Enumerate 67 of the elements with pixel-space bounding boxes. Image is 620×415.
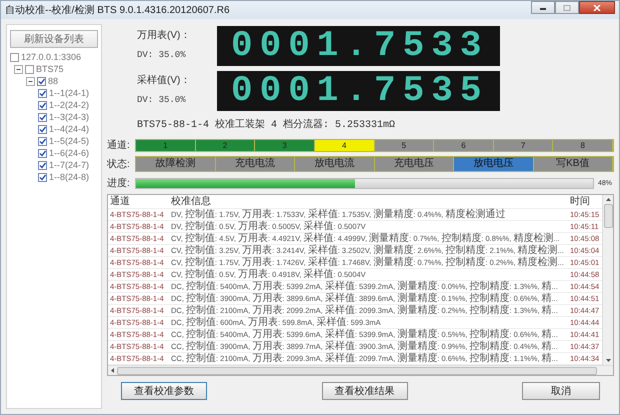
scroll-thumb[interactable] xyxy=(117,366,597,374)
meter-mode: DV: 35.0% xyxy=(137,95,187,105)
tree-item-label[interactable]: 127.0.0.1:3306 xyxy=(21,52,82,62)
channel-indicator: 5 xyxy=(374,140,434,150)
down-arrow-icon xyxy=(604,358,612,363)
tree-item-label[interactable]: 1--5(24-5) xyxy=(49,136,90,146)
column-header: 时间 xyxy=(570,195,591,208)
checkbox[interactable] xyxy=(25,64,34,74)
status-step: 故障检测 xyxy=(136,157,216,171)
channel-indicator: 8 xyxy=(553,140,613,150)
close-icon xyxy=(593,4,601,10)
status-step: 充电电流 xyxy=(216,157,295,171)
meter-mode: DV: 35.0% xyxy=(137,50,187,60)
checkbox[interactable] xyxy=(38,172,47,182)
tree-item-label[interactable]: 1--6(24-6) xyxy=(49,148,90,158)
tree-item-label[interactable]: 1--1(24-1) xyxy=(49,88,90,98)
checkbox[interactable] xyxy=(38,136,47,146)
status-step: 放电电流 xyxy=(295,157,374,171)
status-label: 状态: xyxy=(107,158,131,171)
tree-item-label[interactable]: 88 xyxy=(48,76,58,86)
scroll-thumb[interactable] xyxy=(604,204,612,228)
checkbox[interactable] xyxy=(10,52,19,62)
checkbox[interactable] xyxy=(37,76,46,86)
tree-item-label[interactable]: 1--7(24-7) xyxy=(49,160,90,170)
status-step: 放电电压 xyxy=(454,157,534,171)
dialog-button[interactable]: 查看校准参数 xyxy=(121,382,207,400)
channel-indicator: 6 xyxy=(434,140,494,150)
checkbox[interactable] xyxy=(38,88,47,98)
channel-indicator: 4 xyxy=(314,140,374,150)
checkbox[interactable] xyxy=(38,124,47,134)
vertical-scrollbar[interactable] xyxy=(602,195,613,365)
checkbox[interactable] xyxy=(38,148,47,158)
checkbox[interactable] xyxy=(38,100,47,110)
dialog-button[interactable]: 取消 xyxy=(522,382,600,400)
maximize-icon xyxy=(563,4,571,10)
tree-item-label[interactable]: 1--8(24-8) xyxy=(49,172,90,182)
fixture-info: BTS75-88-1-4 校准工装架 4 档分流器: 5.253331mΩ xyxy=(136,118,396,131)
progress-label: 进度: xyxy=(107,176,131,190)
tree-item-label[interactable]: 1--4(24-4) xyxy=(49,124,90,134)
minimize-button[interactable] xyxy=(531,1,555,14)
channel-label: 通道: xyxy=(107,138,131,152)
checkbox[interactable] xyxy=(38,112,47,122)
tree-item-label[interactable]: BTS75 xyxy=(36,64,64,74)
meter-label: 万用表(V)： xyxy=(137,28,192,42)
dialog-button[interactable]: 查看校准结果 xyxy=(322,382,408,400)
meter-label: 采样值(V)： xyxy=(137,74,192,87)
column-header: 校准信息 xyxy=(171,195,212,208)
tree-item-label[interactable]: 1--3(24-3) xyxy=(49,112,90,122)
up-arrow-icon xyxy=(604,197,612,202)
column-header: 通道 xyxy=(110,195,131,208)
close-button[interactable] xyxy=(579,1,615,14)
refresh-button[interactable]: 刷新设备列表 xyxy=(10,30,98,48)
channel-indicator: 7 xyxy=(494,140,554,150)
left-arrow-icon xyxy=(110,367,115,374)
channel-indicator: 2 xyxy=(196,140,256,150)
window-title: 自动校准--校准/检测 BTS 9.0.1.4316.20120607.R6 xyxy=(5,4,230,17)
tree-item-label[interactable]: 1--2(24-2) xyxy=(49,100,90,110)
status-step: 写KB值 xyxy=(534,157,613,171)
checkbox[interactable] xyxy=(38,160,47,170)
channel-indicator: 1 xyxy=(136,140,196,150)
status-step: 充电电压 xyxy=(374,157,454,171)
digital-display: 0001.7535 xyxy=(217,71,500,111)
digital-display: 0001.7533 xyxy=(217,26,500,66)
collapse-icon[interactable] xyxy=(26,76,35,86)
horizontal-scrollbar[interactable] xyxy=(108,365,613,375)
channel-indicator: 3 xyxy=(255,140,315,150)
collapse-icon[interactable] xyxy=(14,64,23,74)
